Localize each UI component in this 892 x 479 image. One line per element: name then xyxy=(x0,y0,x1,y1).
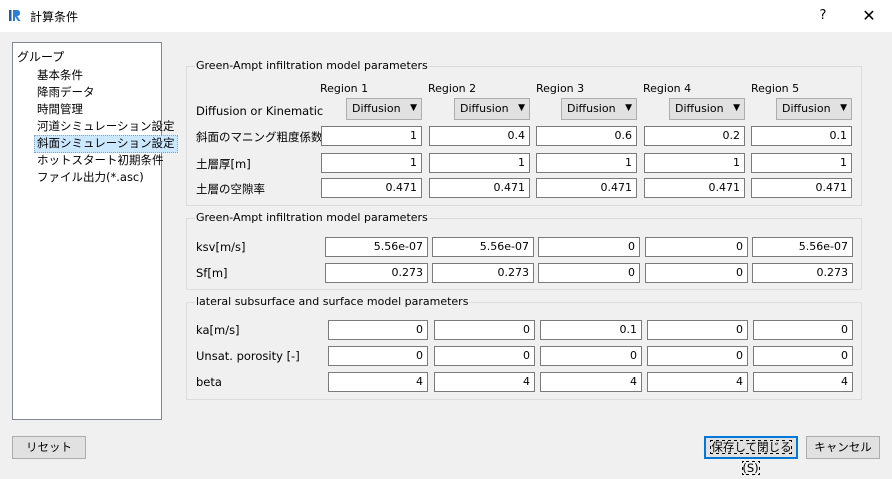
sf-label: Sf[m] xyxy=(196,266,228,280)
tree-item-time[interactable]: 時間管理 xyxy=(35,101,85,117)
ksv-region-2-input[interactable]: 5.56e-07 xyxy=(432,237,534,257)
region-5-header: Region 5 xyxy=(751,82,800,95)
manning-region-5-input[interactable]: 0.1 xyxy=(751,126,852,146)
tree-item-slope-sim[interactable]: 斜面シミュレーション設定 xyxy=(34,135,178,153)
unsat-porosity-region-2-input[interactable]: 0 xyxy=(434,346,535,366)
ka-region-2-input[interactable]: 0 xyxy=(434,320,535,340)
close-button[interactable]: ✕ xyxy=(852,0,886,32)
beta-region-2-input[interactable]: 4 xyxy=(434,372,535,392)
beta-region-4-input[interactable]: 4 xyxy=(647,372,748,392)
region-4-header: Region 4 xyxy=(643,82,692,95)
tree-item-rainfall[interactable]: 降雨データ xyxy=(35,84,97,100)
unsat-porosity-region-1-input[interactable]: 0 xyxy=(328,346,428,366)
unsat-porosity-region-4-input[interactable]: 0 xyxy=(647,346,748,366)
sf-region-1-input[interactable]: 0.273 xyxy=(325,263,428,283)
tree-item-hotstart[interactable]: ホットスタート初期条件 xyxy=(35,152,166,168)
soil-depth-region-4-input[interactable]: 1 xyxy=(644,153,745,173)
unsat-porosity-label: Unsat. porosity [-] xyxy=(196,349,300,363)
beta-region-1-input[interactable]: 4 xyxy=(328,372,428,392)
soil-depth-label: 土層厚[m] xyxy=(196,157,251,171)
help-button[interactable]: ? xyxy=(806,0,840,32)
group-2-legend: Green-Ampt infiltration model parameters xyxy=(195,211,429,224)
group-1-legend: Green-Ampt infiltration model parameters xyxy=(195,59,429,72)
dropdown-arrow-icon: ▼ xyxy=(410,103,417,113)
dropdown-arrow-icon: ▼ xyxy=(840,103,847,113)
beta-region-3-input[interactable]: 4 xyxy=(540,372,642,392)
lateral-subsurface-group: lateral subsurface and surface model par… xyxy=(186,295,862,400)
ka-label: ka[m/s] xyxy=(196,323,240,337)
porosity-region-2-input[interactable]: 0.471 xyxy=(429,178,530,198)
ksv-region-1-input[interactable]: 5.56e-07 xyxy=(325,237,428,257)
region-3-header: Region 3 xyxy=(536,82,585,95)
sf-region-3-input[interactable]: 0 xyxy=(538,263,640,283)
porosity-region-5-input[interactable]: 0.471 xyxy=(751,178,852,198)
ka-region-1-input[interactable]: 0 xyxy=(328,320,428,340)
region-3-method-select[interactable]: Diffusion ▼ xyxy=(561,98,637,120)
beta-region-5-input[interactable]: 4 xyxy=(753,372,853,392)
tree-item-basic[interactable]: 基本条件 xyxy=(35,67,85,83)
soil-depth-region-3-input[interactable]: 1 xyxy=(536,153,637,173)
manning-region-4-input[interactable]: 0.2 xyxy=(644,126,745,146)
reset-button[interactable]: リセット xyxy=(12,436,86,459)
green-ampt-group-1: Green-Ampt infiltration model parameters… xyxy=(186,59,862,206)
soil-depth-region-2-input[interactable]: 1 xyxy=(429,153,530,173)
porosity-label: 土層の空隙率 xyxy=(196,182,265,196)
unsat-porosity-region-3-input[interactable]: 0 xyxy=(540,346,642,366)
dropdown-arrow-icon: ▼ xyxy=(518,103,525,113)
unsat-porosity-region-5-input[interactable]: 0 xyxy=(753,346,853,366)
ka-region-5-input[interactable]: 0 xyxy=(753,320,853,340)
tree-item-file-output[interactable]: ファイル出力(*.asc) xyxy=(35,169,146,185)
beta-label: beta xyxy=(196,375,222,389)
porosity-region-1-input[interactable]: 0.471 xyxy=(321,178,422,198)
ksv-label: ksv[m/s] xyxy=(196,240,246,254)
group-header: グループ xyxy=(17,50,65,64)
window-title: 計算条件 xyxy=(30,10,79,24)
porosity-region-4-input[interactable]: 0.471 xyxy=(644,178,745,198)
title-bar: 計算条件 ? ✕ xyxy=(0,0,892,32)
cancel-button[interactable]: キャンセル xyxy=(806,436,880,459)
region-1-header: Region 1 xyxy=(320,82,369,95)
region-1-method-select[interactable]: Diffusion ▼ xyxy=(346,98,422,120)
diffusion-kinematic-label: Diffusion or Kinematic xyxy=(196,104,324,118)
ksv-region-4-input[interactable]: 0 xyxy=(645,237,748,257)
manning-region-3-input[interactable]: 0.6 xyxy=(536,126,637,146)
soil-depth-region-5-input[interactable]: 1 xyxy=(751,153,852,173)
manning-region-1-input[interactable]: 1 xyxy=(321,126,422,146)
green-ampt-group-2: Green-Ampt infiltration model parameters… xyxy=(186,211,862,290)
save-close-button[interactable]: 保存して閉じる(S) xyxy=(704,436,798,475)
group-3-legend: lateral subsurface and surface model par… xyxy=(195,295,470,308)
region-2-header: Region 2 xyxy=(428,82,477,95)
region-5-method-select[interactable]: Diffusion ▼ xyxy=(776,98,852,120)
ksv-region-3-input[interactable]: 0 xyxy=(538,237,640,257)
soil-depth-region-1-input[interactable]: 1 xyxy=(321,153,422,173)
manning-label: 斜面のマニング粗度係数 xyxy=(196,130,323,144)
manning-region-2-input[interactable]: 0.4 xyxy=(429,126,530,146)
tree-item-river-sim[interactable]: 河道シミュレーション設定 xyxy=(35,118,177,134)
ksv-region-5-input[interactable]: 5.56e-07 xyxy=(752,237,853,257)
region-4-method-select[interactable]: Diffusion ▼ xyxy=(669,98,745,120)
sf-region-5-input[interactable]: 0.273 xyxy=(752,263,853,283)
app-logo-icon xyxy=(9,10,21,21)
sf-region-4-input[interactable]: 0 xyxy=(645,263,748,283)
dropdown-arrow-icon: ▼ xyxy=(625,103,632,113)
group-tree[interactable]: グループ 基本条件 降雨データ 時間管理 河道シミュレーション設定 斜面シミュレ… xyxy=(12,42,178,420)
ka-region-3-input[interactable]: 0.1 xyxy=(540,320,642,340)
region-2-method-select[interactable]: Diffusion ▼ xyxy=(454,98,530,120)
ka-region-4-input[interactable]: 0 xyxy=(647,320,748,340)
dropdown-arrow-icon: ▼ xyxy=(733,103,740,113)
sf-region-2-input[interactable]: 0.273 xyxy=(432,263,534,283)
porosity-region-3-input[interactable]: 0.471 xyxy=(536,178,637,198)
